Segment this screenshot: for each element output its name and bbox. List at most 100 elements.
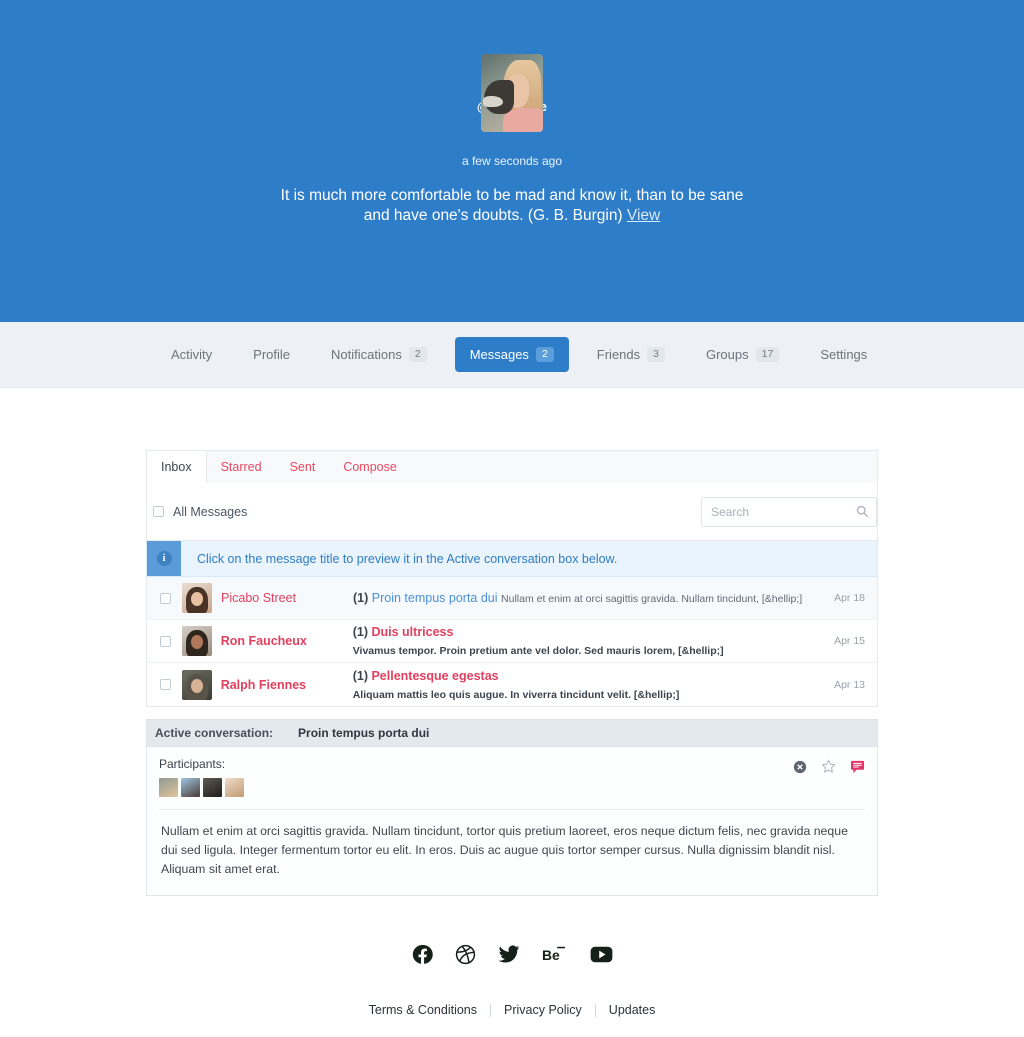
- table-row[interactable]: Ralph Fiennes (1) Pellentesque egestas A…: [147, 663, 877, 706]
- table-row[interactable]: Ron Faucheux (1) Duis ultricess Vivamus …: [147, 620, 877, 663]
- subtab-inbox-label: Inbox: [161, 460, 192, 474]
- tab-activity[interactable]: Activity: [158, 339, 225, 370]
- tab-notifications-badge: 2: [408, 346, 427, 363]
- info-icon: i: [156, 551, 172, 566]
- sender-name[interactable]: Ralph Fiennes: [221, 678, 353, 692]
- select-all-checkbox[interactable]: [153, 506, 164, 517]
- facebook-icon[interactable]: [412, 944, 433, 965]
- preview-hint-banner: i Click on the message title to preview …: [146, 541, 878, 577]
- footer-link-updates[interactable]: Updates: [596, 1003, 669, 1017]
- message-date: Apr 13: [834, 678, 865, 691]
- quote-view-link[interactable]: View: [627, 207, 660, 224]
- tab-groups-label: Groups: [705, 347, 749, 362]
- subtab-compose-label: Compose: [343, 460, 397, 474]
- message-summary: (1) Pellentesque egestas Aliquam mattis …: [353, 667, 823, 703]
- preview-hint-text: Click on the message title to preview it…: [197, 551, 618, 566]
- active-conversation-header: Active conversation: Proin tempus porta …: [146, 719, 878, 747]
- info-icon-holder: i: [147, 541, 181, 576]
- table-row[interactable]: Picabo Street (1) Proin tempus porta dui…: [147, 577, 877, 620]
- tab-settings[interactable]: Settings: [807, 339, 880, 370]
- message-title[interactable]: (1) Duis ultricess: [353, 625, 454, 639]
- message-subject[interactable]: Pellentesque egestas: [371, 669, 498, 683]
- subtab-starred-label: Starred: [220, 460, 262, 474]
- hero-avatar-wrap: [481, 0, 543, 132]
- star-icon[interactable]: [821, 759, 836, 774]
- tab-groups[interactable]: Groups 17: [693, 339, 792, 371]
- participants-avatars: [159, 778, 244, 797]
- subtab-sent-label: Sent: [289, 460, 316, 474]
- all-messages-label: All Messages: [173, 504, 248, 519]
- tab-profile[interactable]: Profile: [240, 339, 303, 370]
- message-date: Apr 15: [834, 635, 865, 647]
- subtab-compose[interactable]: Compose: [329, 451, 411, 483]
- subtab-sent[interactable]: Sent: [276, 451, 330, 483]
- active-conversation: Active conversation: Proin tempus porta …: [146, 719, 878, 897]
- participant-avatar[interactable]: [159, 778, 178, 797]
- participant-avatar[interactable]: [181, 778, 200, 797]
- delete-icon[interactable]: [793, 760, 807, 774]
- tab-messages[interactable]: Messages 2: [454, 336, 569, 373]
- youtube-icon[interactable]: [590, 946, 613, 963]
- message-summary: (1) Duis ultricess Vivamus tempor. Proin…: [353, 623, 823, 659]
- message-checkbox[interactable]: [160, 679, 171, 690]
- page-footer: Be Terms & Conditions Privacy Policy Upd…: [146, 896, 878, 1037]
- twitter-icon[interactable]: [498, 945, 520, 965]
- avatar[interactable]: [481, 54, 543, 132]
- tab-friends-label: Friends: [596, 347, 641, 362]
- tab-notifications[interactable]: Notifications 2: [318, 339, 440, 371]
- message-date: Apr 18: [834, 592, 865, 604]
- message-checkbox[interactable]: [160, 635, 171, 647]
- sender-avatar: [181, 669, 212, 700]
- tab-settings-label: Settings: [820, 347, 868, 362]
- reply-icon[interactable]: [850, 760, 865, 774]
- search-control: [701, 496, 877, 527]
- message-summary: (1) Proin tempus porta dui Nullam et eni…: [353, 589, 823, 607]
- subtab-inbox[interactable]: Inbox: [147, 451, 207, 483]
- search-input[interactable]: [701, 496, 877, 527]
- message-title[interactable]: (1) Proin tempus porta dui: [353, 591, 501, 605]
- tab-groups-badge: 17: [755, 346, 780, 363]
- conversation-message-body: Nullam et enim at orci sagittis gravida.…: [159, 809, 865, 895]
- all-messages-control: All Messages: [153, 505, 247, 519]
- messages-subnav: Inbox Starred Sent Compose: [146, 450, 878, 483]
- message-subject[interactable]: Proin tempus porta dui: [372, 591, 498, 605]
- active-conversation-label: Active conversation:: [155, 726, 274, 740]
- footer-links: Terms & Conditions Privacy Policy Update…: [146, 1003, 878, 1017]
- tab-friends-badge: 3: [647, 346, 665, 363]
- sender-avatar: [181, 626, 212, 656]
- activity-quote: It is much more comfortable to be mad an…: [274, 186, 750, 227]
- footer-link-privacy[interactable]: Privacy Policy: [491, 1003, 595, 1017]
- message-subject[interactable]: Duis ultricess: [371, 625, 453, 639]
- sender-name[interactable]: Ron Faucheux: [221, 634, 353, 648]
- message-excerpt: Nullam et enim at orci sagittis gravida.…: [501, 593, 803, 605]
- profile-nav: Activity Profile Notifications 2 Message…: [0, 322, 1024, 388]
- tab-messages-badge: 2: [535, 346, 554, 363]
- participants-label: Participants:: [159, 757, 226, 771]
- profile-hero: @michellie a few seconds ago It is much …: [0, 0, 1024, 322]
- messages-panel: Inbox Starred Sent Compose All Messages …: [146, 388, 878, 1037]
- behance-icon[interactable]: Be: [542, 946, 568, 964]
- social-links: Be: [146, 944, 878, 965]
- sender-avatar: [182, 583, 212, 613]
- footer-link-terms[interactable]: Terms & Conditions: [356, 1003, 490, 1017]
- tab-activity-label: Activity: [171, 347, 213, 362]
- svg-text:Be: Be: [542, 946, 560, 962]
- message-excerpt: Aliquam mattis leo quis augue. In viverr…: [352, 688, 680, 701]
- message-count: (1): [352, 668, 368, 683]
- message-list: Picabo Street (1) Proin tempus porta dui…: [146, 577, 878, 707]
- message-title[interactable]: (1) Pellentesque egestas: [353, 669, 499, 683]
- participant-avatar[interactable]: [225, 778, 244, 797]
- sender-name[interactable]: Picabo Street: [221, 591, 353, 605]
- participant-avatar[interactable]: [203, 778, 222, 797]
- messages-filterbar: All Messages: [146, 483, 878, 541]
- message-checkbox[interactable]: [160, 592, 171, 604]
- subtab-starred[interactable]: Starred: [207, 451, 276, 483]
- active-conversation-title: Proin tempus porta dui: [298, 726, 430, 740]
- dribbble-icon[interactable]: [455, 944, 476, 965]
- tab-messages-label: Messages: [469, 347, 529, 362]
- activity-timestamp: a few seconds ago: [461, 154, 563, 168]
- message-count: (1): [353, 591, 369, 605]
- active-conversation-body: Participants: Nullam et enim at orci sag…: [146, 747, 878, 897]
- participants-block: Participants:: [159, 757, 244, 797]
- tab-friends[interactable]: Friends 3: [584, 339, 678, 371]
